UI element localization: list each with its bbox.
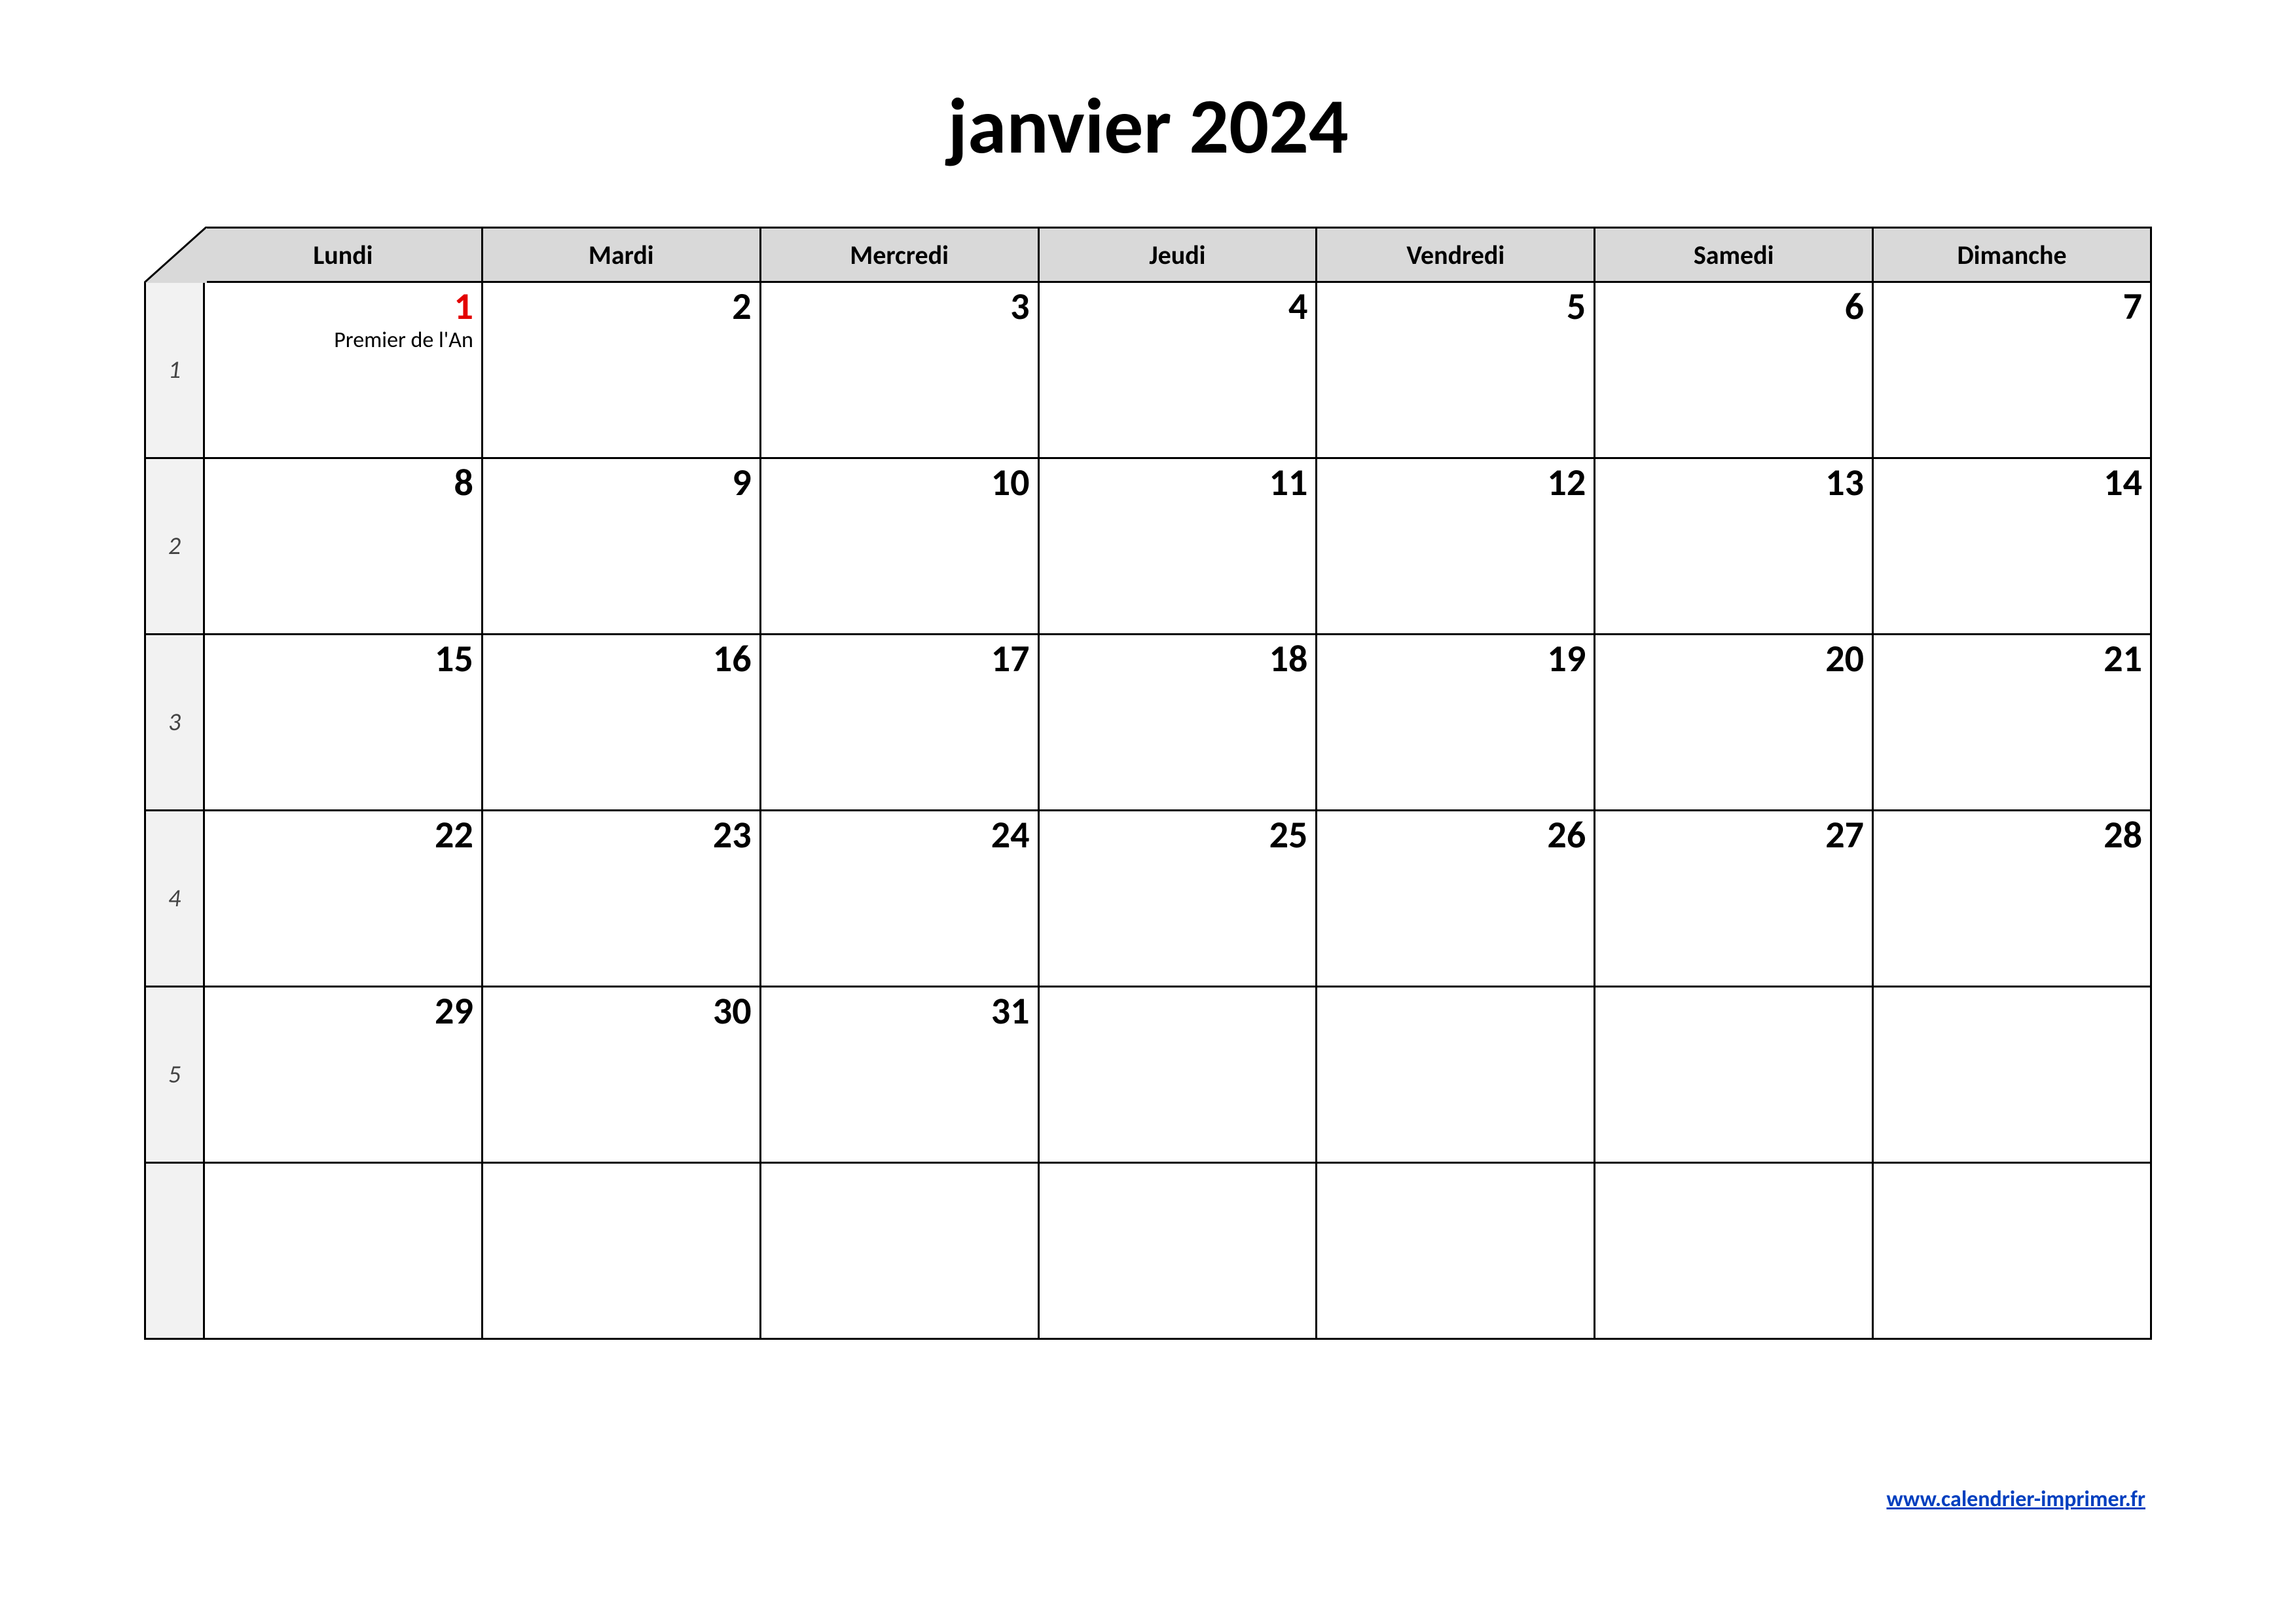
page-title: janvier 2024 — [144, 79, 2152, 174]
day-cell: 31 — [760, 987, 1038, 1163]
day-number: 24 — [761, 815, 1030, 855]
day-cell — [760, 1163, 1038, 1339]
day-cell — [204, 1163, 483, 1339]
day-cell: 8 — [204, 458, 483, 635]
day-cell: 13 — [1595, 458, 1873, 635]
day-cell: 28 — [1873, 811, 2151, 987]
day-cell: 21 — [1873, 635, 2151, 811]
week-number: 2 — [145, 458, 204, 635]
day-number: 9 — [483, 463, 752, 503]
footer-link[interactable]: www.calendrier-imprimer.fr — [1887, 1486, 2145, 1513]
day-number: 5 — [1317, 287, 1586, 327]
corner-cell — [145, 228, 204, 282]
day-number: 29 — [205, 991, 473, 1031]
calendar-row: 11Premier de l'An234567 — [145, 282, 2151, 458]
day-cell: 4 — [1038, 282, 1317, 458]
day-number: 16 — [483, 639, 752, 679]
day-number: 31 — [761, 991, 1030, 1031]
week-number: 5 — [145, 987, 204, 1163]
day-number: 20 — [1595, 639, 1864, 679]
calendar-row: 422232425262728 — [145, 811, 2151, 987]
day-cell: 2 — [482, 282, 760, 458]
day-cell: 22 — [204, 811, 483, 987]
day-number: 28 — [1874, 815, 2142, 855]
day-cell: 6 — [1595, 282, 1873, 458]
calendar-row: 315161718192021 — [145, 635, 2151, 811]
day-cell: 16 — [482, 635, 760, 811]
header-dimanche: Dimanche — [1873, 228, 2151, 282]
day-number: 30 — [483, 991, 752, 1031]
day-number: 23 — [483, 815, 752, 855]
day-cell: 25 — [1038, 811, 1317, 987]
day-number: 18 — [1040, 639, 1308, 679]
day-number: 11 — [1040, 463, 1308, 503]
day-cell: 3 — [760, 282, 1038, 458]
day-cell — [1873, 987, 2151, 1163]
header-jeudi: Jeudi — [1038, 228, 1317, 282]
day-number: 3 — [761, 287, 1030, 327]
day-cell: 24 — [760, 811, 1038, 987]
day-number: 15 — [205, 639, 473, 679]
day-cell: 18 — [1038, 635, 1317, 811]
day-number: 13 — [1595, 463, 1864, 503]
day-note: Premier de l'An — [205, 328, 473, 352]
week-number: 1 — [145, 282, 204, 458]
day-cell: 14 — [1873, 458, 2151, 635]
day-number: 17 — [761, 639, 1030, 679]
day-number: 21 — [1874, 639, 2142, 679]
day-number: 1 — [205, 287, 473, 327]
day-cell: 11 — [1038, 458, 1317, 635]
week-number: 4 — [145, 811, 204, 987]
week-number — [145, 1163, 204, 1339]
header-vendredi: Vendredi — [1317, 228, 1595, 282]
day-cell: 5 — [1317, 282, 1595, 458]
day-cell: 19 — [1317, 635, 1595, 811]
day-cell: 10 — [760, 458, 1038, 635]
day-cell: 12 — [1317, 458, 1595, 635]
day-number: 27 — [1595, 815, 1864, 855]
day-cell — [1317, 1163, 1595, 1339]
day-cell — [482, 1163, 760, 1339]
calendar-table: Lundi Mardi Mercredi Jeudi Vendredi Same… — [144, 227, 2152, 1340]
day-cell — [1595, 987, 1873, 1163]
day-cell: 29 — [204, 987, 483, 1163]
day-number: 25 — [1040, 815, 1308, 855]
header-lundi: Lundi — [204, 228, 483, 282]
header-samedi: Samedi — [1595, 228, 1873, 282]
day-cell — [1038, 1163, 1317, 1339]
day-cell: 9 — [482, 458, 760, 635]
week-number: 3 — [145, 635, 204, 811]
day-number: 26 — [1317, 815, 1586, 855]
day-cell: 7 — [1873, 282, 2151, 458]
day-cell — [1595, 1163, 1873, 1339]
day-cell: 20 — [1595, 635, 1873, 811]
day-number: 6 — [1595, 287, 1864, 327]
day-number: 8 — [205, 463, 473, 503]
day-cell — [1873, 1163, 2151, 1339]
calendar-row: 5293031 — [145, 987, 2151, 1163]
day-number: 22 — [205, 815, 473, 855]
day-number: 4 — [1040, 287, 1308, 327]
day-cell — [1317, 987, 1595, 1163]
day-number: 19 — [1317, 639, 1586, 679]
day-cell: 1Premier de l'An — [204, 282, 483, 458]
calendar-row: 2891011121314 — [145, 458, 2151, 635]
day-number: 7 — [1874, 287, 2142, 327]
day-cell: 15 — [204, 635, 483, 811]
day-cell: 17 — [760, 635, 1038, 811]
day-number: 14 — [1874, 463, 2142, 503]
day-number: 10 — [761, 463, 1030, 503]
calendar-row — [145, 1163, 2151, 1339]
day-cell: 30 — [482, 987, 760, 1163]
day-number: 12 — [1317, 463, 1586, 503]
header-row: Lundi Mardi Mercredi Jeudi Vendredi Same… — [145, 228, 2151, 282]
day-cell: 27 — [1595, 811, 1873, 987]
header-mardi: Mardi — [482, 228, 760, 282]
day-number: 2 — [483, 287, 752, 327]
day-cell: 26 — [1317, 811, 1595, 987]
header-mercredi: Mercredi — [760, 228, 1038, 282]
day-cell — [1038, 987, 1317, 1163]
day-cell: 23 — [482, 811, 760, 987]
